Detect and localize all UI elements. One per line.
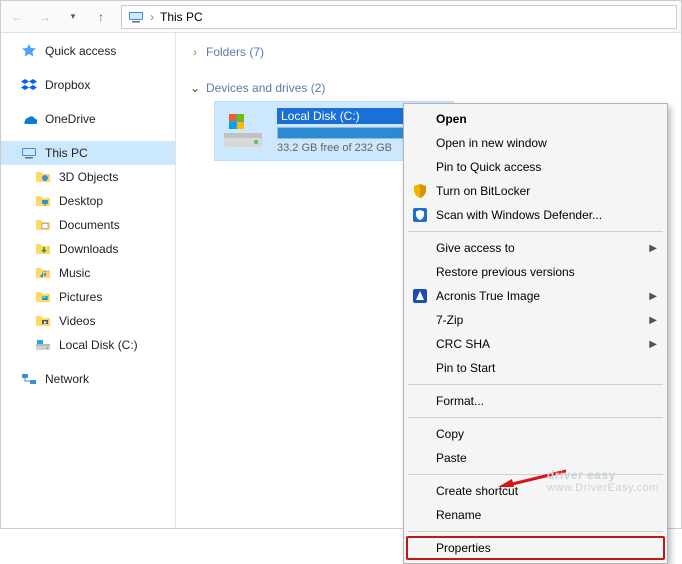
sidebar-item-dropbox[interactable]: Dropbox — [1, 73, 175, 97]
address-bar[interactable]: › This PC — [121, 5, 677, 29]
disk-icon — [35, 337, 51, 353]
context-item-properties[interactable]: Properties — [406, 536, 665, 560]
context-separator — [408, 474, 663, 475]
context-separator — [408, 417, 663, 418]
submenu-arrow-icon: ▶ — [649, 339, 657, 350]
sidebar-item-pictures[interactable]: Pictures — [1, 285, 175, 309]
pc-icon — [128, 9, 144, 25]
drives-group-header[interactable]: ⌄ Devices and drives (2) — [190, 75, 671, 101]
sidebar-item-this-pc[interactable]: This PC — [1, 141, 175, 165]
context-item-give-access-to[interactable]: Give access to▶ — [406, 236, 665, 260]
sidebar-item-videos[interactable]: Videos — [1, 309, 175, 333]
sidebar-item-local-disk[interactable]: Local Disk (C:) — [1, 333, 175, 357]
pictures-icon — [35, 289, 51, 305]
context-item-7-zip[interactable]: 7-Zip▶ — [406, 308, 665, 332]
context-item-turn-on-bitlocker[interactable]: Turn on BitLocker — [406, 179, 665, 203]
context-item-paste[interactable]: Paste — [406, 446, 665, 470]
acronis-icon — [412, 288, 428, 304]
context-item-restore-previous-versions[interactable]: Restore previous versions — [406, 260, 665, 284]
sidebar-item-documents[interactable]: Documents — [1, 213, 175, 237]
context-item-scan-with-windows-defender[interactable]: Scan with Windows Defender... — [406, 203, 665, 227]
music-icon — [35, 265, 51, 281]
nav-up-button[interactable]: ↑ — [89, 5, 113, 29]
sidebar-item-music[interactable]: Music — [1, 261, 175, 285]
address-text: This PC — [160, 10, 203, 24]
nav-forward-button[interactable]: → — [33, 5, 57, 29]
sidebar-item-desktop[interactable]: Desktop — [1, 189, 175, 213]
nav-recent-dropdown[interactable]: ▾ — [61, 5, 85, 29]
folders-group-header[interactable]: › Folders (7) — [190, 39, 671, 65]
documents-icon — [35, 217, 51, 233]
disk-icon — [221, 109, 265, 153]
context-item-create-shortcut[interactable]: Create shortcut — [406, 479, 665, 503]
desktop-icon — [35, 193, 51, 209]
sidebar-item-quick-access[interactable]: Quick access — [1, 39, 175, 63]
bitlocker-icon — [412, 183, 428, 199]
pc-icon — [21, 145, 37, 161]
nav-back-button[interactable]: ← — [5, 5, 29, 29]
context-item-pin-to-quick-access[interactable]: Pin to Quick access — [406, 155, 665, 179]
network-icon — [21, 371, 37, 387]
sidebar-item-downloads[interactable]: Downloads — [1, 237, 175, 261]
context-separator — [408, 231, 663, 232]
context-separator — [408, 384, 663, 385]
chevron-right-icon: › — [150, 10, 154, 24]
context-item-acronis-true-image[interactable]: Acronis True Image▶ — [406, 284, 665, 308]
3d-objects-icon — [35, 169, 51, 185]
context-item-rename[interactable]: Rename — [406, 503, 665, 527]
sidebar-item-3d-objects[interactable]: 3D Objects — [1, 165, 175, 189]
sidebar-item-network[interactable]: Network — [1, 367, 175, 391]
submenu-arrow-icon: ▶ — [649, 243, 657, 254]
onedrive-icon — [21, 111, 37, 127]
downloads-icon — [35, 241, 51, 257]
videos-icon — [35, 313, 51, 329]
submenu-arrow-icon: ▶ — [649, 291, 657, 302]
context-item-format[interactable]: Format... — [406, 389, 665, 413]
context-separator — [408, 531, 663, 532]
context-item-open[interactable]: Open — [406, 107, 665, 131]
context-item-copy[interactable]: Copy — [406, 422, 665, 446]
context-menu: OpenOpen in new windowPin to Quick acces… — [403, 103, 668, 564]
dropbox-icon — [21, 77, 37, 93]
toolbar: ← → ▾ ↑ › This PC — [1, 1, 681, 33]
context-item-open-in-new-window[interactable]: Open in new window — [406, 131, 665, 155]
star-icon — [21, 43, 37, 59]
chevron-right-icon: › — [190, 45, 200, 59]
chevron-down-icon: ⌄ — [190, 81, 200, 95]
defender-icon — [412, 207, 428, 223]
sidebar-item-onedrive[interactable]: OneDrive — [1, 107, 175, 131]
submenu-arrow-icon: ▶ — [649, 315, 657, 326]
context-item-pin-to-start[interactable]: Pin to Start — [406, 356, 665, 380]
sidebar: Quick access Dropbox OneDrive This PC 3D… — [1, 33, 176, 528]
context-item-crc-sha[interactable]: CRC SHA▶ — [406, 332, 665, 356]
